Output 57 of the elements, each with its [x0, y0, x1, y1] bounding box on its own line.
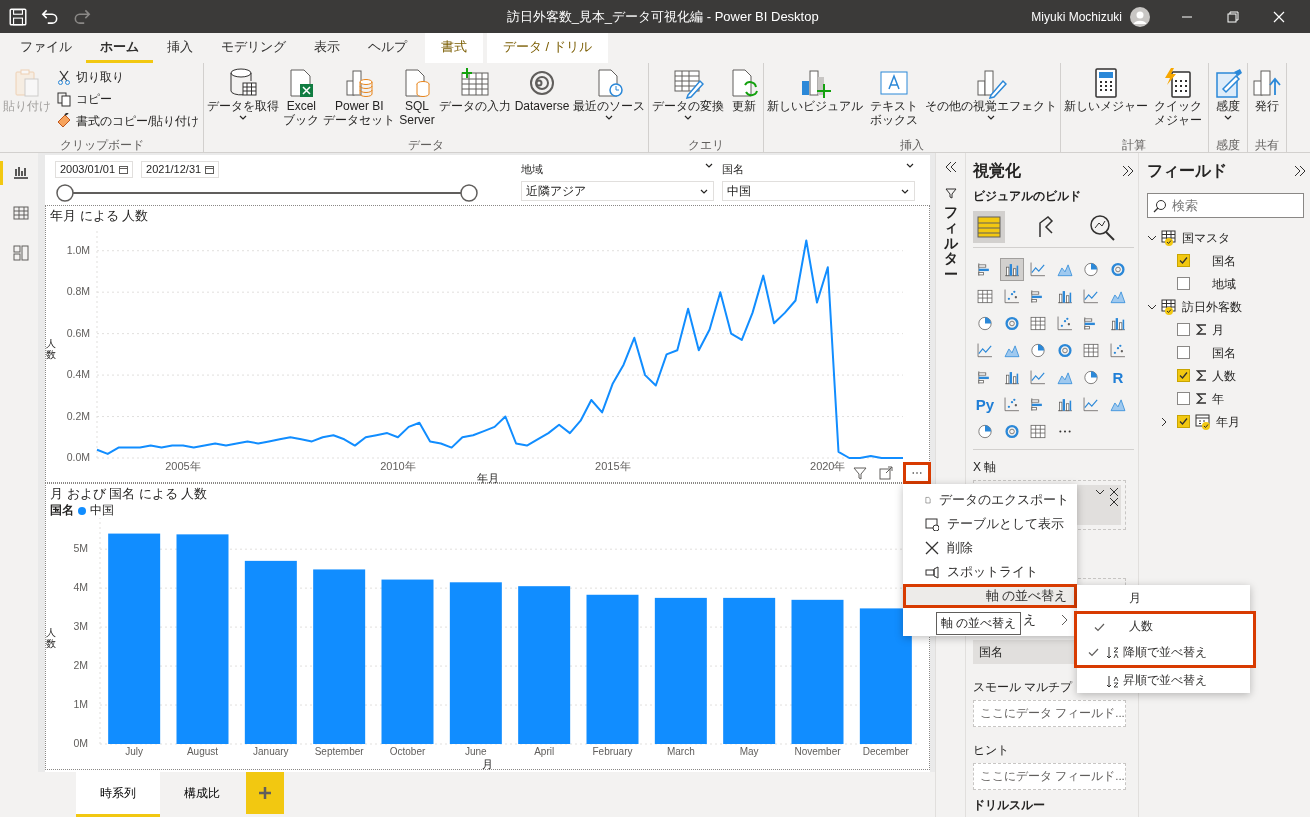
group-label: 共有: [1253, 137, 1280, 152]
user-name: Miyuki Mochizuki: [1031, 8, 1122, 26]
tick-label: 1M: [73, 698, 88, 711]
slicer-label: 国名: [722, 162, 744, 177]
tick-label: August: [186, 746, 219, 757]
tick-label: 0.8M: [66, 285, 90, 298]
well-label: ヒント: [973, 742, 1009, 759]
tick-label: 5M: [73, 542, 88, 555]
tick-label: April: [534, 746, 555, 757]
tick-label: February: [592, 746, 633, 757]
axis-title: 年月: [476, 472, 499, 484]
axis-title: 人数: [46, 627, 57, 649]
tick-label: December: [862, 746, 909, 757]
tick-label: November: [794, 746, 841, 757]
section-heading: ドリルスルー: [973, 797, 1046, 814]
tick-label: 0.6M: [66, 326, 90, 339]
tick-label: 2005年: [165, 460, 201, 472]
well-label: X 軸: [973, 459, 997, 476]
group-label: クエリ: [687, 137, 726, 152]
axis-title: 人数: [46, 338, 57, 360]
pane-title: フィールド: [1147, 161, 1227, 181]
tick-label: 0.0M: [66, 451, 90, 463]
tick-label: 2M: [73, 659, 88, 672]
tick-label: March: [666, 746, 695, 757]
tick-label: May: [739, 746, 759, 757]
tick-label: 2020年: [810, 460, 846, 472]
slicer-label: 地域: [521, 162, 543, 177]
dropdown-value: 中国: [727, 183, 751, 200]
tick-label: January: [253, 746, 289, 757]
tick-label: October: [389, 746, 426, 757]
tick-label: 0.4M: [66, 368, 90, 381]
legend-title: 国名: [50, 503, 74, 519]
chart-title: 月 および 国名 による 人数: [49, 485, 208, 503]
group-label: 感度: [1214, 137, 1241, 152]
legend-label: 中国: [90, 503, 114, 519]
pane-title: 視覚化: [973, 161, 1021, 181]
group-label: 挿入: [899, 137, 925, 152]
tick-label: September: [314, 746, 364, 757]
tick-label: June: [465, 746, 487, 757]
tick-label: 2015年: [595, 460, 631, 472]
group-label: 計算: [1121, 137, 1148, 152]
tick-label: 0M: [73, 737, 88, 749]
well-label: スモール マルチプ: [973, 679, 1073, 696]
axis-title: 月: [482, 758, 493, 770]
tick-label: 2010年: [380, 460, 416, 472]
tick-label: 0.2M: [66, 409, 90, 422]
group-label: クリップボード: [58, 137, 145, 152]
dropdown-value: 近隣アジア: [526, 183, 586, 200]
chart-title: 年月 による 人数: [49, 207, 149, 225]
tooltip: 軸 の並べ替え: [936, 612, 1022, 636]
tick-label: 4M: [73, 581, 88, 594]
tick-label: 1.0M: [66, 243, 90, 256]
window-title: 訪日外客数_見本_データ可視化編 - Power BI Desktop: [505, 7, 820, 26]
pane-subtitle: ビジュアルのビルド: [973, 188, 1082, 205]
tick-label: 3M: [73, 620, 88, 633]
group-label: データ: [407, 137, 446, 152]
tick-label: July: [125, 746, 144, 757]
